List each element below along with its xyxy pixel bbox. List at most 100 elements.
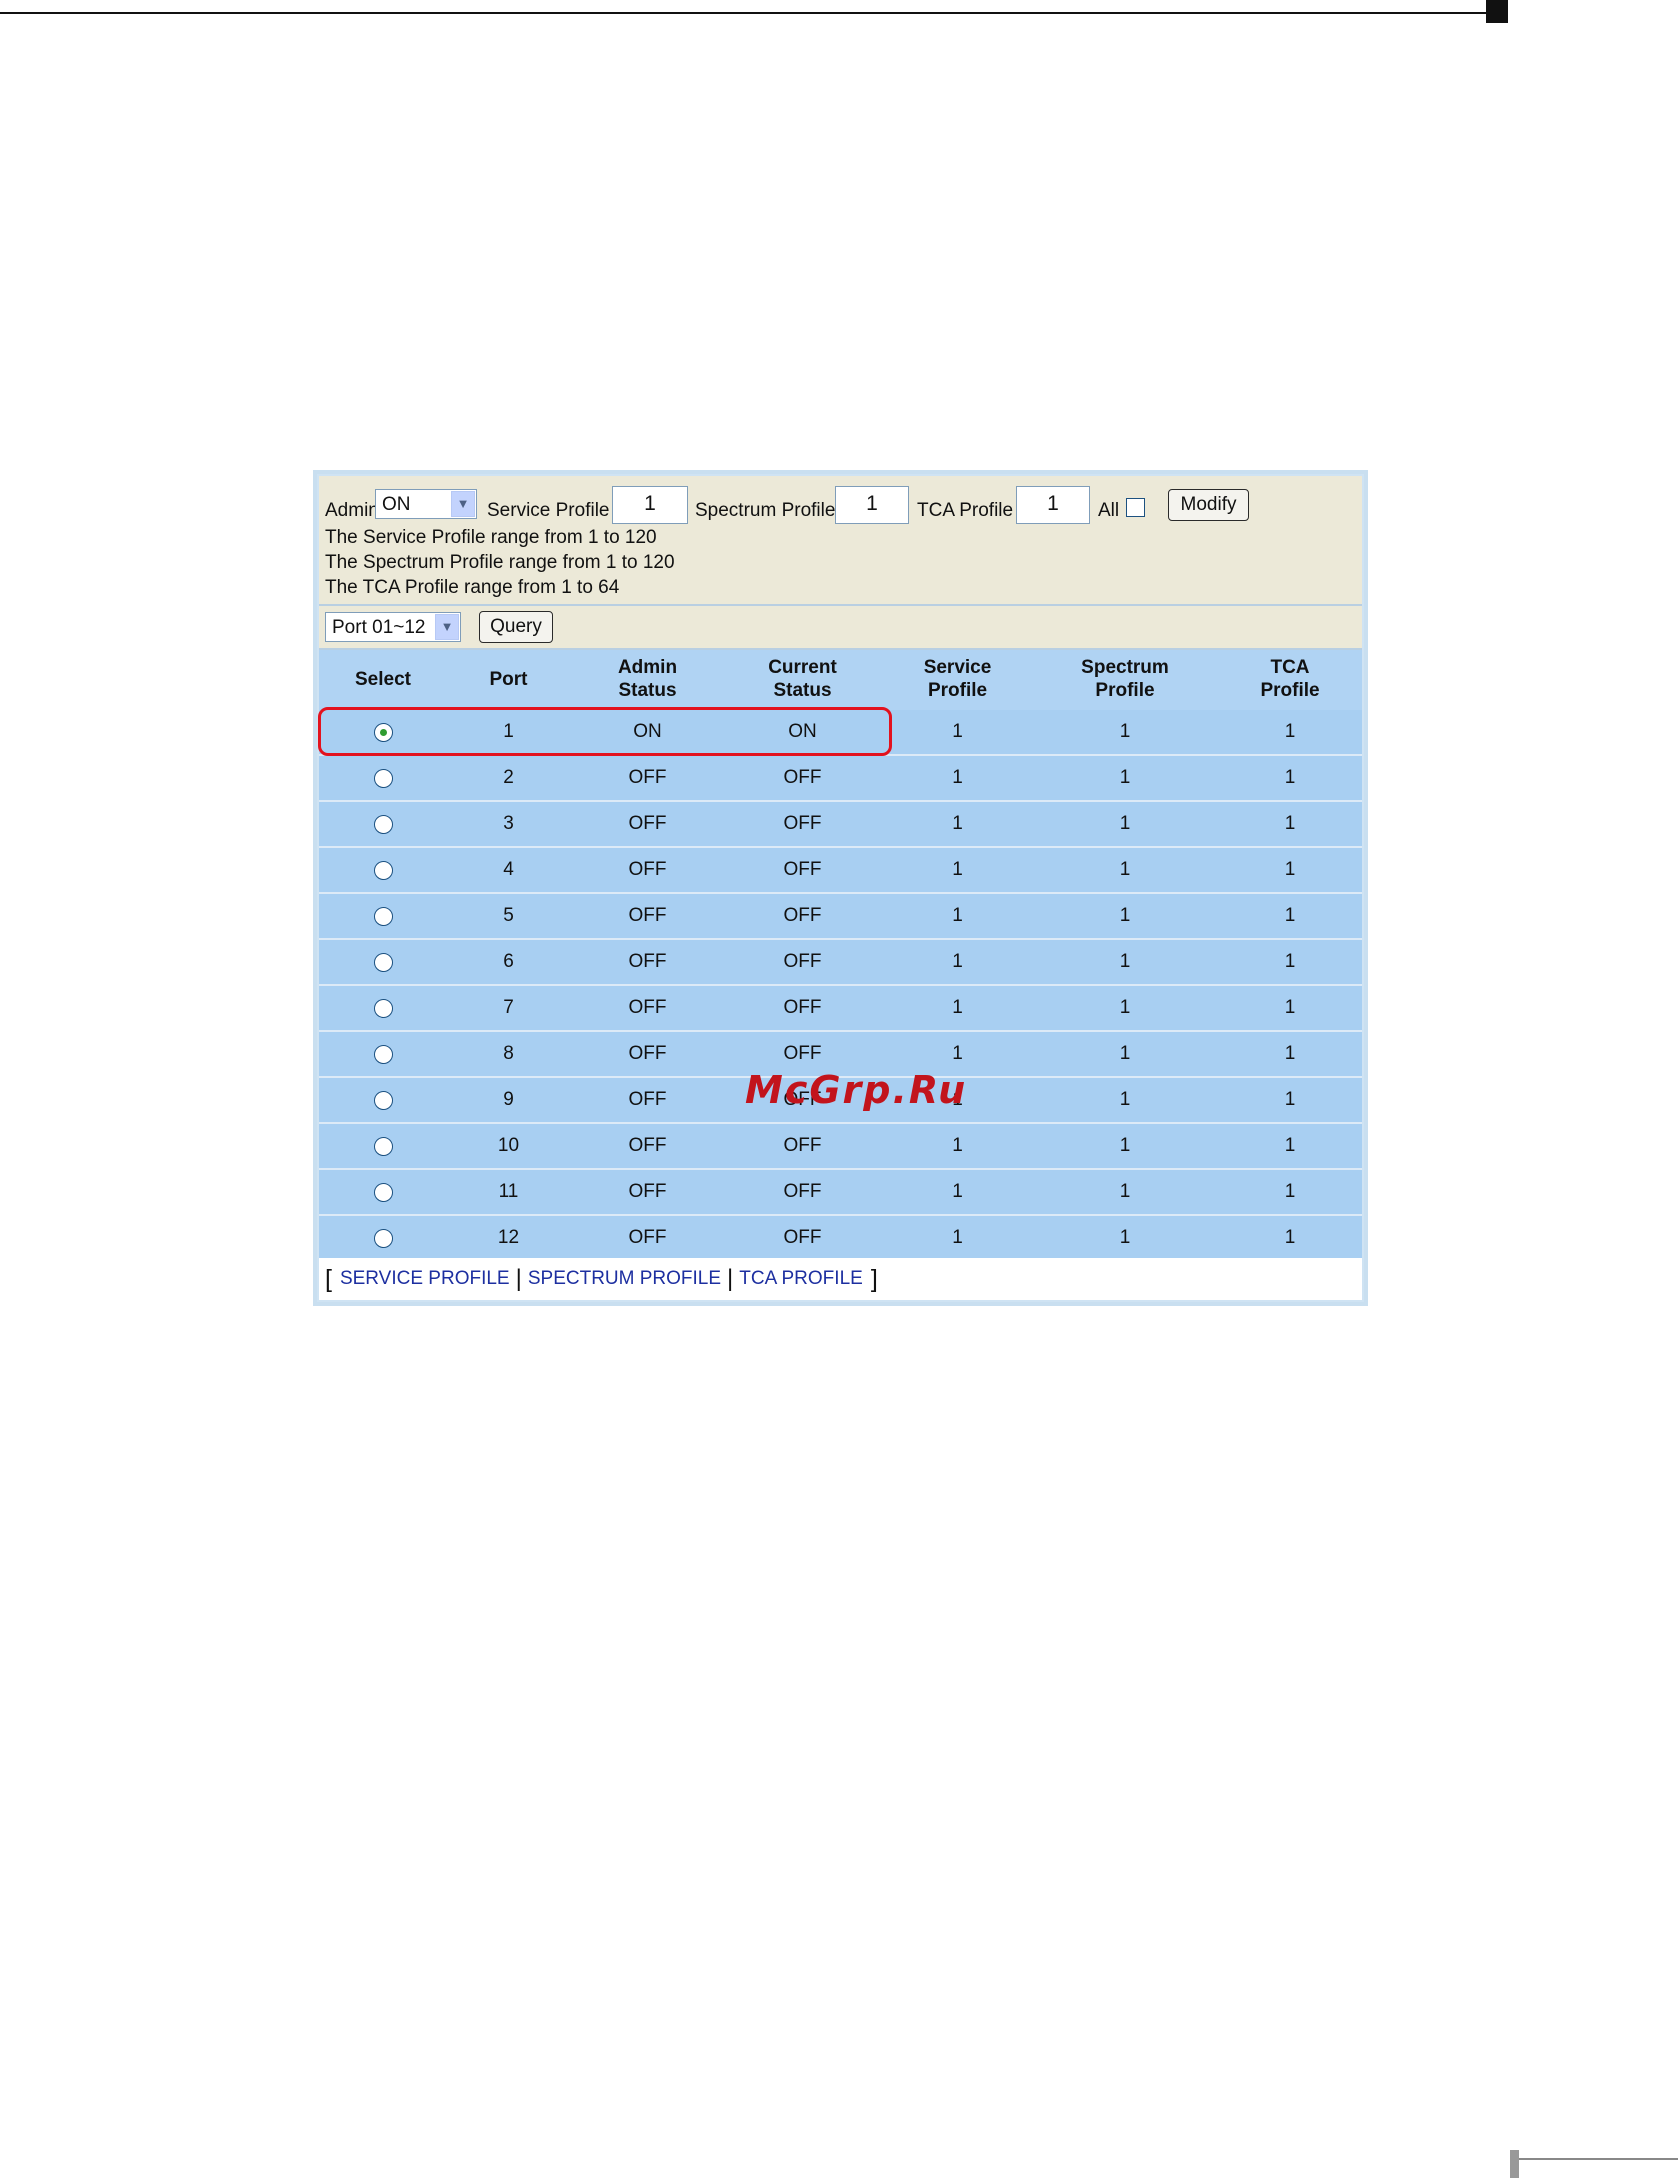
spectrum-profile-cell: 1	[1119, 996, 1131, 1018]
header-current-status: Current Status	[768, 657, 837, 701]
port-cell: 7	[503, 996, 514, 1018]
spectrum-profile-input[interactable]: 1	[835, 486, 909, 524]
port-radio[interactable]	[373, 860, 393, 880]
spectrum-profile-label: Spectrum Profile	[695, 500, 836, 521]
tca-profile-link[interactable]: TCA PROFILE	[739, 1268, 863, 1290]
current-status-cell: OFF	[783, 766, 822, 788]
modify-toolbar: Admin ON ▼ Service Profile 1 Spectrum Pr…	[319, 476, 1362, 606]
admin-status-cell: OFF	[628, 1134, 667, 1156]
port-radio[interactable]	[373, 906, 393, 926]
port-cell: 1	[503, 720, 514, 742]
service-profile-cell: 1	[952, 996, 963, 1018]
header-port: Port	[489, 668, 528, 690]
footer-separator: |	[727, 1265, 734, 1292]
spectrum-profile-cell: 1	[1119, 812, 1131, 834]
service-profile-cell: 1	[952, 720, 963, 742]
tca-profile-cell: 1	[1284, 1226, 1296, 1248]
table-row[interactable]: 11 OFF OFF 1 1 1	[319, 1170, 1362, 1216]
port-cell: 11	[498, 1180, 519, 1202]
header-tca-profile: TCA Profile	[1260, 657, 1320, 701]
admin-select-value: ON	[382, 494, 411, 515]
port-radio[interactable]	[373, 814, 393, 834]
select-cell	[319, 756, 447, 800]
select-cell	[319, 894, 447, 938]
port-radio[interactable]	[373, 722, 393, 742]
admin-status-cell: OFF	[628, 1088, 667, 1110]
port-radio[interactable]	[373, 1228, 393, 1248]
footer-separator: |	[515, 1265, 522, 1292]
table-row[interactable]: 6 OFF OFF 1 1 1	[319, 940, 1362, 986]
port-cell: 9	[503, 1088, 514, 1110]
port-range-select[interactable]: Port 01~12 ▼	[325, 612, 461, 642]
port-radio[interactable]	[373, 768, 393, 788]
select-cell	[319, 710, 447, 754]
table-row[interactable]: 2 OFF OFF 1 1 1	[319, 756, 1362, 802]
table-row[interactable]: 5 OFF OFF 1 1 1	[319, 894, 1362, 940]
select-cell	[319, 1124, 447, 1168]
select-cell	[319, 940, 447, 984]
port-cell: 4	[503, 858, 514, 880]
service-profile-cell: 1	[952, 858, 963, 880]
port-range-value: Port 01~12	[332, 617, 426, 638]
spectrum-profile-link[interactable]: SPECTRUM PROFILE	[528, 1268, 721, 1290]
select-cell	[319, 1078, 447, 1122]
footer-close-bracket: ]	[870, 1264, 878, 1293]
admin-status-cell: OFF	[628, 904, 667, 926]
port-cell: 6	[503, 950, 514, 972]
tca-profile-cell: 1	[1284, 996, 1296, 1018]
admin-status-cell: OFF	[628, 950, 667, 972]
page-corner-marker	[1486, 0, 1508, 23]
tca-profile-input[interactable]: 1	[1016, 486, 1090, 524]
current-status-cell: OFF	[783, 1180, 822, 1202]
table-row[interactable]: 10 OFF OFF 1 1 1	[319, 1124, 1362, 1170]
table-row[interactable]: 7 OFF OFF 1 1 1	[319, 986, 1362, 1032]
port-filter-bar: Port 01~12 ▼ Query	[319, 606, 1362, 650]
table-row[interactable]: 4 OFF OFF 1 1 1	[319, 848, 1362, 894]
chevron-down-icon[interactable]: ▼	[451, 491, 475, 517]
table-row[interactable]: 1 ON ON 1 1 1	[319, 710, 1362, 756]
query-button[interactable]: Query	[479, 611, 553, 643]
header-service-profile: Service Profile	[923, 657, 992, 701]
current-status-cell: OFF	[783, 904, 822, 926]
all-checkbox[interactable]	[1126, 498, 1145, 517]
select-cell	[319, 986, 447, 1030]
tca-profile-cell: 1	[1284, 720, 1296, 742]
port-cell: 2	[503, 766, 514, 788]
profile-links-footer: [ SERVICE PROFILE | SPECTRUM PROFILE | T…	[319, 1258, 1362, 1300]
spectrum-profile-cell: 1	[1119, 1088, 1131, 1110]
select-cell	[319, 1170, 447, 1214]
port-radio[interactable]	[373, 998, 393, 1018]
select-cell	[319, 1216, 447, 1260]
service-profile-cell: 1	[952, 950, 963, 972]
service-profile-cell: 1	[952, 766, 963, 788]
port-cell: 8	[503, 1042, 514, 1064]
spectrum-profile-cell: 1	[1119, 1042, 1131, 1064]
chevron-down-icon[interactable]: ▼	[435, 614, 459, 640]
spectrum-range-note: The Spectrum Profile range from 1 to 120	[325, 552, 675, 573]
port-radio[interactable]	[373, 1136, 393, 1156]
tca-profile-cell: 1	[1284, 950, 1296, 972]
port-radio[interactable]	[373, 1090, 393, 1110]
modify-button[interactable]: Modify	[1168, 489, 1249, 521]
current-status-cell: OFF	[783, 812, 822, 834]
watermark-text: McGrp.Ru	[745, 1068, 968, 1112]
spectrum-profile-cell: 1	[1119, 858, 1131, 880]
port-radio[interactable]	[373, 952, 393, 972]
tca-profile-label: TCA Profile	[917, 500, 1014, 521]
spectrum-profile-cell: 1	[1119, 1226, 1131, 1248]
admin-status-cell: OFF	[628, 858, 667, 880]
service-profile-input[interactable]: 1	[612, 486, 688, 524]
tca-profile-cell: 1	[1284, 858, 1296, 880]
table-row[interactable]: 3 OFF OFF 1 1 1	[319, 802, 1362, 848]
table-row[interactable]: 12 OFF OFF 1 1 1	[319, 1216, 1362, 1262]
service-profile-link[interactable]: SERVICE PROFILE	[340, 1268, 510, 1290]
port-radio[interactable]	[373, 1182, 393, 1202]
page-bottom-marker	[1510, 2150, 1519, 2178]
admin-select[interactable]: ON ▼	[375, 489, 477, 519]
header-select: Select	[355, 668, 411, 690]
service-profile-cell: 1	[952, 812, 963, 834]
port-config-panel: Admin ON ▼ Service Profile 1 Spectrum Pr…	[313, 470, 1368, 1306]
port-radio[interactable]	[373, 1044, 393, 1064]
page-top-rule	[0, 12, 1488, 14]
admin-status-cell: ON	[633, 720, 662, 742]
